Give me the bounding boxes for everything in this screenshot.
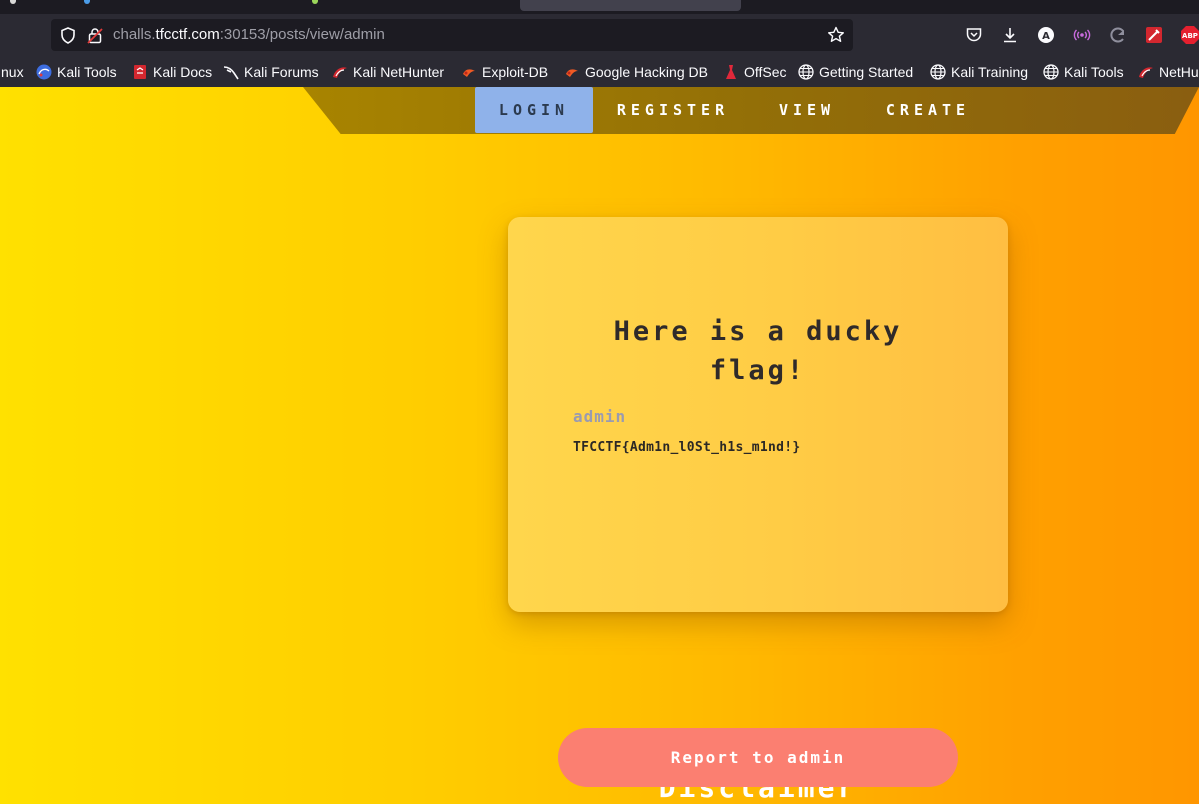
browser-toolbar: challs.tfcctf.com:30153/posts/view/admin…: [0, 14, 1199, 57]
download-icon[interactable]: [1000, 25, 1020, 45]
offsec-icon: [723, 64, 739, 80]
bookmark-label: Kali Tools: [1064, 64, 1124, 80]
report-to-admin-button[interactable]: Report to admin: [558, 728, 958, 787]
globe-icon: [1043, 64, 1059, 80]
refresh-extension-icon[interactable]: [1108, 25, 1128, 45]
bookmark-item[interactable]: Kali Docs: [132, 63, 212, 81]
nethunter-icon: [1138, 64, 1154, 80]
exploit-db-icon: [461, 64, 477, 80]
url-host: challs.: [113, 26, 156, 43]
bookmark-item[interactable]: Kali Forums: [223, 63, 319, 81]
address-bar[interactable]: challs.tfcctf.com:30153/posts/view/admin: [51, 19, 853, 51]
tracking-shield-icon[interactable]: [60, 27, 76, 48]
bookmark-label: Kali NetHunter: [353, 64, 445, 80]
bookmark-label: NetHu: [1159, 64, 1199, 80]
tool-extension-icon[interactable]: [1144, 25, 1164, 45]
insecure-lock-icon[interactable]: [87, 27, 103, 48]
web-page: LOGIN REGISTER VIEW CREATE Here is a duc…: [0, 87, 1199, 804]
tab-favicon: [10, 0, 16, 4]
active-tab[interactable]: [520, 0, 741, 11]
url-path: :30153/posts/view/admin: [219, 26, 385, 43]
post-title: Here is a ducky flag!: [613, 316, 903, 386]
globe-icon: [798, 64, 814, 80]
bookmarks-toolbar: nux Kali Tools Kali Docs Kali Forums Kal…: [0, 57, 1199, 87]
kali-docs-icon: [132, 64, 148, 80]
bookmark-item[interactable]: Kali Training: [930, 63, 1028, 81]
ghdb-icon: [564, 64, 580, 80]
bookmark-item[interactable]: Getting Started: [798, 63, 913, 81]
bookmark-item[interactable]: Exploit-DB: [461, 63, 548, 81]
bookmark-item[interactable]: Google Hacking DB: [564, 63, 708, 81]
nav-view-link[interactable]: VIEW: [763, 87, 851, 133]
bookmark-item[interactable]: Kali NetHunter: [332, 63, 444, 81]
bookmark-label: Kali Training: [951, 64, 1029, 80]
bookmark-label: Google Hacking DB: [585, 64, 708, 80]
url-text[interactable]: challs.tfcctf.com:30153/posts/view/admin: [113, 26, 385, 43]
nethunter-icon: [332, 64, 348, 80]
site-navigation: LOGIN REGISTER VIEW CREATE: [303, 87, 1199, 134]
broadcast-icon[interactable]: [1072, 25, 1092, 45]
bookmark-item[interactable]: nux: [1, 63, 24, 81]
pocket-icon[interactable]: [964, 25, 984, 45]
post-content: TFCCTF{Adm1n_l0St_h1s_m1nd!}: [573, 440, 801, 455]
bookmark-label: Kali Tools: [57, 64, 117, 80]
nav-register-link[interactable]: REGISTER: [603, 87, 743, 133]
post-author: admin: [573, 407, 627, 426]
adblock-icon[interactable]: ABP: [1180, 25, 1199, 45]
tab-favicon: [312, 0, 318, 4]
svg-text:ABP: ABP: [1182, 32, 1198, 40]
account-icon[interactable]: A: [1036, 25, 1056, 45]
kali-forums-icon: [223, 64, 239, 80]
nav-login-link[interactable]: LOGIN: [475, 87, 593, 133]
url-domain: tfcctf.com: [155, 26, 220, 43]
tab-favicon: [84, 0, 90, 4]
tab-strip: [0, 0, 1199, 14]
bookmark-label: Kali Forums: [244, 64, 319, 80]
bookmark-star-icon[interactable]: [827, 26, 845, 48]
bookmark-label: Getting Started: [819, 64, 914, 80]
post-card: Here is a ducky flag! admin TFCCTF{Adm1n…: [508, 217, 1008, 612]
bookmark-item[interactable]: OffSec: [723, 63, 787, 81]
bookmark-item[interactable]: Kali Tools: [1043, 63, 1124, 81]
bookmark-label: Kali Docs: [153, 64, 213, 80]
globe-icon: [930, 64, 946, 80]
kali-tools-icon: [36, 64, 52, 80]
svg-text:A: A: [1042, 31, 1050, 42]
bookmark-label: nux: [1, 64, 24, 80]
bookmark-item[interactable]: Kali Tools: [36, 63, 117, 81]
nav-create-link[interactable]: CREATE: [868, 87, 988, 133]
bookmark-item[interactable]: NetHu: [1138, 63, 1199, 81]
bookmark-label: Exploit-DB: [482, 64, 549, 80]
bookmark-label: OffSec: [744, 64, 787, 80]
